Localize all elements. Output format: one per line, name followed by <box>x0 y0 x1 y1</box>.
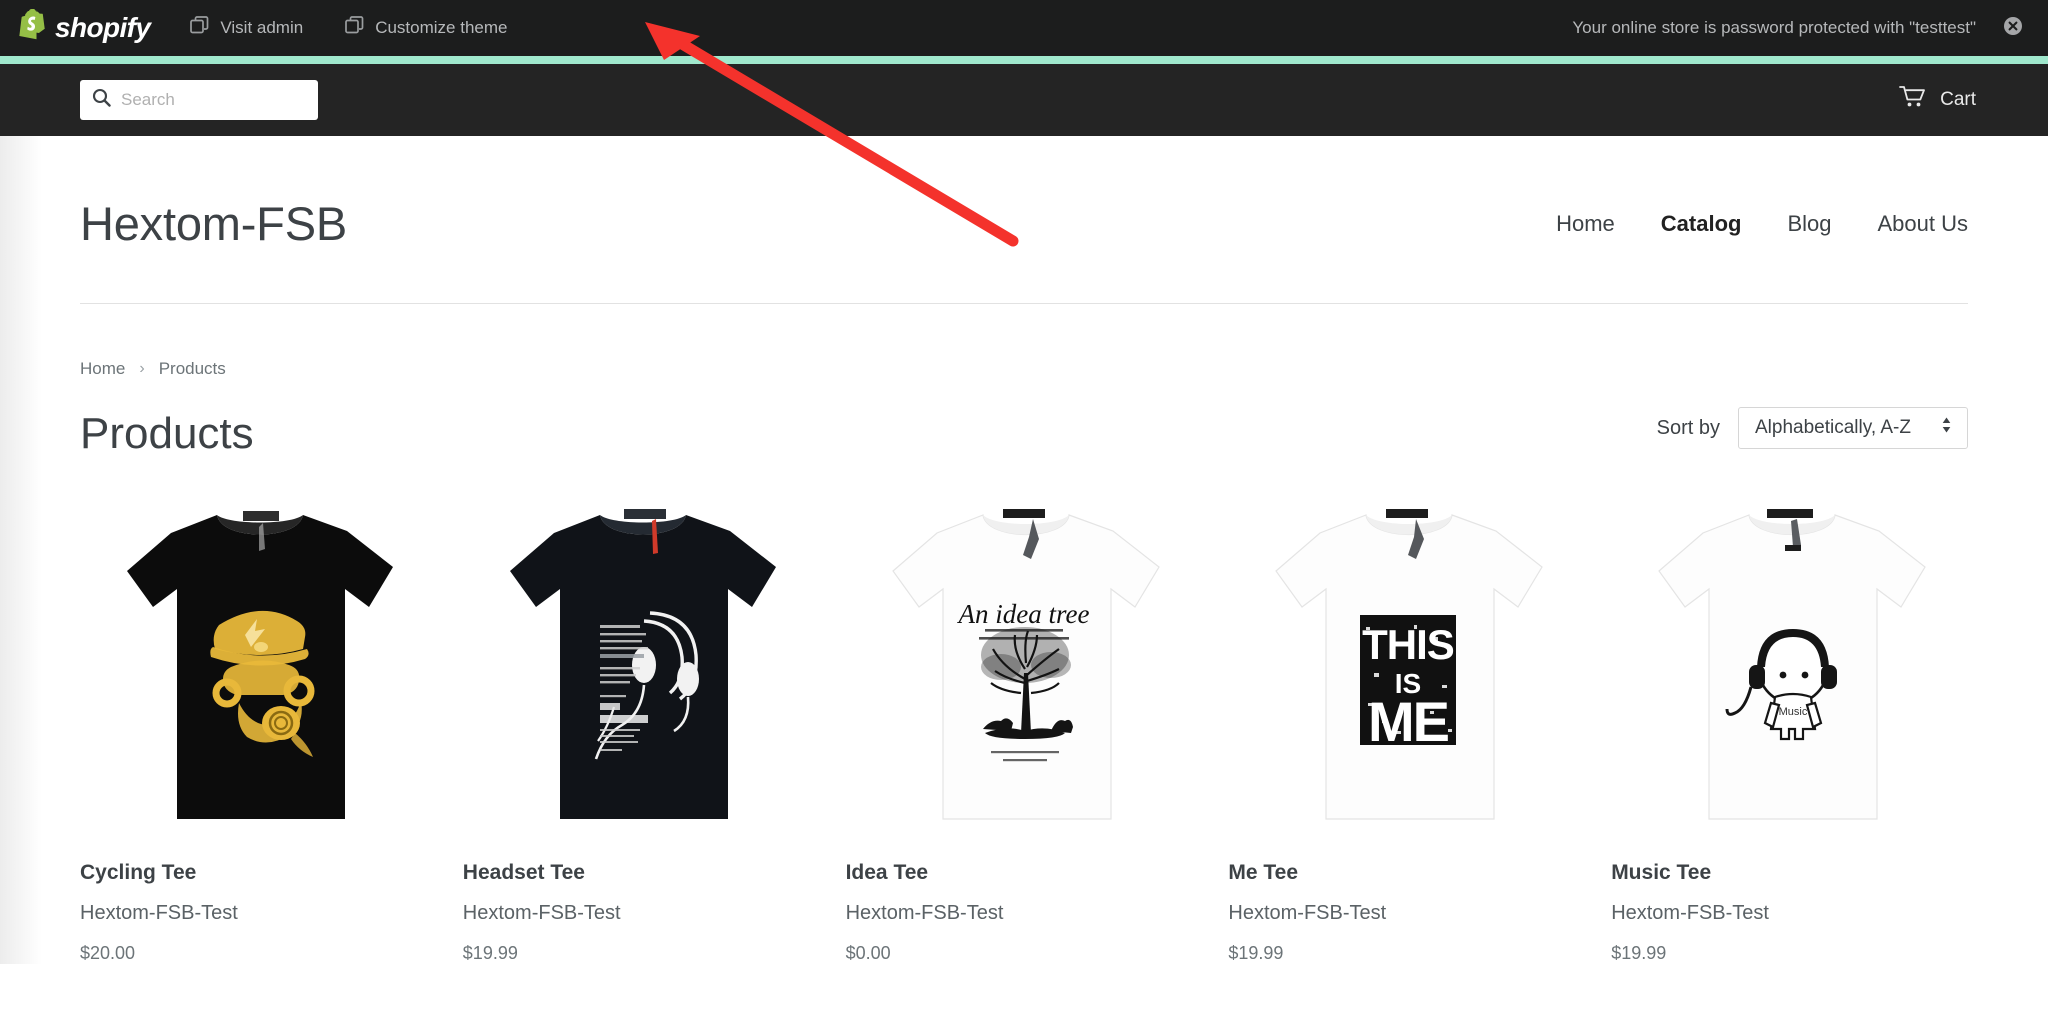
product-image[interactable]: Music <box>1611 497 1968 837</box>
breadcrumb-separator: › <box>139 360 145 377</box>
storefront-utility-bar: Cart <box>0 64 2048 136</box>
shopify-admin-bar: shopify Visit admin Customize theme Your… <box>0 0 2048 56</box>
search-box[interactable] <box>80 80 318 120</box>
product-card[interactable]: Music Music Tee Hextom-FSB-Test $19.99 <box>1611 497 1968 964</box>
white-tee-an-idea-tree-graphic: An idea tree <box>892 509 1160 820</box>
page-title: Products <box>80 409 254 458</box>
window-icon <box>190 16 209 40</box>
nav-item-about-us[interactable]: About Us <box>1878 211 1969 237</box>
breadcrumb: Home › Products <box>80 304 1968 379</box>
nav-item-home[interactable]: Home <box>1556 211 1615 237</box>
product-name: Me Tee <box>1228 861 1299 884</box>
product-card[interactable]: An idea tree Idea Tee Hextom-FSB-Test $0… <box>846 497 1203 964</box>
window-icon <box>345 16 364 40</box>
white-tee-music-character-graphic: Music <box>1657 509 1926 820</box>
close-icon[interactable] <box>2002 15 2024 42</box>
shopify-wordmark: shopify <box>55 12 151 43</box>
svg-text:Music: Music <box>1778 706 1807 718</box>
sort-by-label: Sort by <box>1656 416 1720 439</box>
accent-strip <box>0 56 2048 64</box>
breadcrumb-current: Products <box>158 359 226 378</box>
product-price: $20.00 <box>80 943 136 963</box>
nav-item-catalog[interactable]: Catalog <box>1661 211 1742 237</box>
breadcrumb-home[interactable]: Home <box>80 359 125 379</box>
visit-admin-label: Visit admin <box>220 18 304 37</box>
product-image[interactable] <box>80 497 437 837</box>
visit-admin-link[interactable]: Visit admin <box>190 16 303 40</box>
black-tee-white-headphones-graphic <box>510 509 777 819</box>
product-card[interactable]: Cycling Tee Hextom-FSB-Test $20.00 <box>80 497 437 964</box>
cart-icon <box>1899 85 1928 115</box>
updown-arrows-icon <box>1940 415 1953 441</box>
product-grid: Cycling Tee Hextom-FSB-Test $20.00 Heads… <box>80 459 1968 964</box>
sort-by-select[interactable]: Alphabetically, A-Z <box>1738 407 1968 449</box>
sort-control: Sort by Alphabetically, A-Z <box>1657 407 1968 459</box>
product-price: $19.99 <box>1228 943 1284 963</box>
product-price: $19.99 <box>1611 943 1667 963</box>
nav-item-blog[interactable]: Blog <box>1787 211 1831 237</box>
cart-link[interactable]: Cart <box>1899 85 2004 115</box>
search-input[interactable] <box>121 90 306 110</box>
black-tee-gold-dj-graphic <box>127 511 394 819</box>
product-card[interactable]: Headset Tee Hextom-FSB-Test $19.99 <box>463 497 820 964</box>
product-name: Headset Tee <box>462 861 585 884</box>
product-name: Idea Tee <box>845 861 929 884</box>
product-card[interactable]: THIS IS ME Me Tee Hextom-FSB-Test $19.99 <box>1228 497 1585 964</box>
collection-header: Products Sort by Alphabetically, A-Z <box>80 379 1968 459</box>
product-vendor: Hextom-FSB-Test <box>1228 902 1387 924</box>
shopify-bag-icon <box>18 8 48 48</box>
product-name: Cycling Tee <box>80 861 197 884</box>
svg-text:THIS: THIS <box>1362 621 1454 668</box>
product-price: $19.99 <box>462 943 518 963</box>
site-masthead: Hextom-FSB Home Catalog Blog About Us <box>80 136 1968 304</box>
product-image[interactable] <box>463 497 820 837</box>
store-title[interactable]: Hextom-FSB <box>80 196 347 251</box>
product-vendor: Hextom-FSB-Test <box>80 902 238 924</box>
page-body: Hextom-FSB Home Catalog Blog About Us Ho… <box>0 136 2048 964</box>
search-icon <box>92 88 111 112</box>
product-image[interactable]: THIS IS ME <box>1228 497 1585 837</box>
product-vendor: Hextom-FSB-Test <box>462 902 621 924</box>
customize-theme-label: Customize theme <box>375 18 508 37</box>
product-vendor: Hextom-FSB-Test <box>1611 902 1769 924</box>
browser-page: shopify Visit admin Customize theme Your… <box>0 0 2048 1032</box>
svg-text:ME: ME <box>1368 690 1449 753</box>
password-protection-notice: Your online store is password protected … <box>1572 18 1976 37</box>
sort-by-value: Alphabetically, A-Z <box>1755 417 1911 438</box>
product-name: Music Tee <box>1611 861 1712 884</box>
white-tee-this-is-me-graphic: THIS IS ME <box>1274 509 1543 820</box>
customize-theme-link[interactable]: Customize theme <box>345 16 507 40</box>
main-nav: Home Catalog Blog About Us <box>1556 211 1968 237</box>
product-price: $0.00 <box>845 943 891 963</box>
product-vendor: Hextom-FSB-Test <box>845 902 1004 924</box>
shopify-logo[interactable]: shopify <box>18 8 151 48</box>
cart-label: Cart <box>1940 89 1976 110</box>
product-image[interactable]: An idea tree <box>846 497 1203 837</box>
svg-text:An idea tree: An idea tree <box>957 599 1090 629</box>
